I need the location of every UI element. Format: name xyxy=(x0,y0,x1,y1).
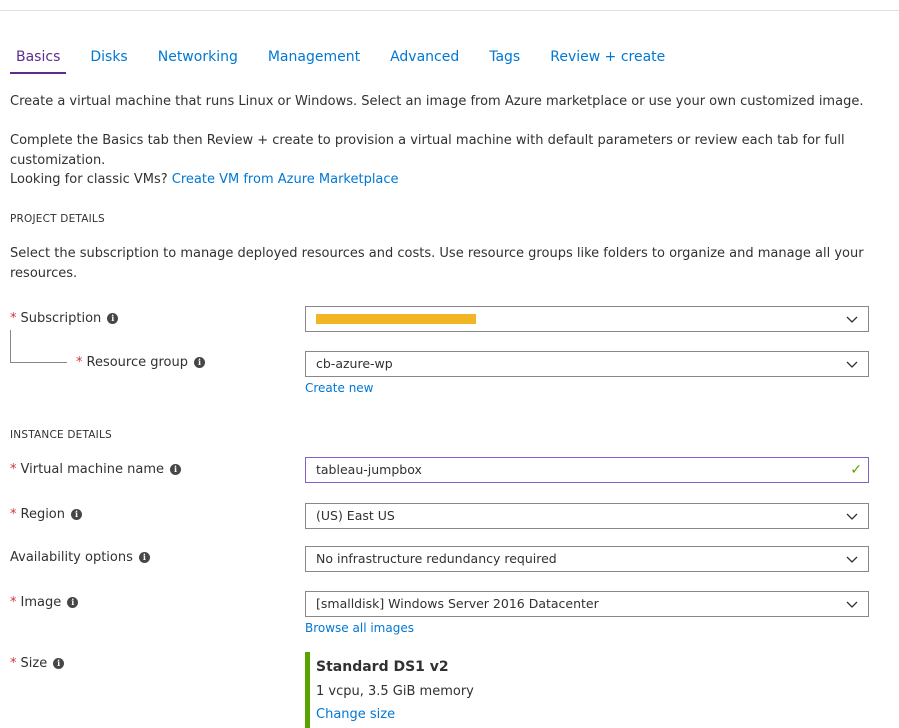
required-asterisk: * xyxy=(10,595,17,610)
region-label: * Region i xyxy=(10,506,83,524)
tab-disks[interactable]: Disks xyxy=(84,44,133,74)
subscription-dropdown[interactable] xyxy=(305,306,869,332)
create-new-link[interactable]: Create new xyxy=(305,381,374,395)
tab-review-create[interactable]: Review + create xyxy=(544,44,671,74)
required-asterisk: * xyxy=(10,311,17,326)
classic-vms-prefix: Looking for classic VMs? xyxy=(10,172,168,187)
intro-line-2: Complete the Basics tab then Review + cr… xyxy=(10,133,845,168)
chevron-down-icon xyxy=(846,601,858,608)
tab-management[interactable]: Management xyxy=(262,44,366,74)
check-icon: ✓ xyxy=(850,462,862,478)
required-asterisk: * xyxy=(10,507,17,522)
info-icon[interactable]: i xyxy=(71,509,83,520)
redacted-value xyxy=(316,314,476,324)
project-details-header: PROJECT DETAILS xyxy=(10,213,105,225)
vm-name-label: * Virtual machine name i xyxy=(10,461,181,479)
size-description: 1 vcpu, 3.5 GiB memory xyxy=(316,684,474,699)
availability-label: Availability options i xyxy=(10,549,150,567)
classic-vms-line: Looking for classic VMs? Create VM from … xyxy=(10,170,880,190)
chevron-down-icon xyxy=(846,316,858,323)
size-label: * Size i xyxy=(10,655,65,673)
tab-networking[interactable]: Networking xyxy=(152,44,244,74)
chevron-down-icon xyxy=(846,556,858,563)
region-dropdown[interactable]: (US) East US xyxy=(305,503,869,529)
tab-basics[interactable]: Basics xyxy=(10,44,67,74)
image-value: [smalldisk] Windows Server 2016 Datacent… xyxy=(316,596,599,611)
required-asterisk: * xyxy=(76,355,83,370)
info-icon[interactable]: i xyxy=(53,658,65,669)
project-description: Select the subscription to manage deploy… xyxy=(10,246,864,281)
vm-name-value: tableau-jumpbox xyxy=(316,462,422,477)
tab-advanced[interactable]: Advanced xyxy=(384,44,465,74)
change-size-link[interactable]: Change size xyxy=(316,707,395,722)
info-icon[interactable]: i xyxy=(138,552,150,563)
resource-group-label: * Resource group i xyxy=(76,354,206,372)
info-icon[interactable]: i xyxy=(169,464,181,475)
resource-group-value: cb-azure-wp xyxy=(316,356,393,371)
info-icon[interactable]: i xyxy=(107,313,119,324)
image-dropdown[interactable]: [smalldisk] Windows Server 2016 Datacent… xyxy=(305,591,869,617)
intro-line-1: Create a virtual machine that runs Linux… xyxy=(10,94,864,109)
tab-bar: Basics Disks Networking Management Advan… xyxy=(10,44,689,74)
tree-connector xyxy=(10,330,67,363)
chevron-down-icon xyxy=(846,361,858,368)
size-name: Standard DS1 v2 xyxy=(316,659,449,675)
info-icon[interactable]: i xyxy=(194,357,206,368)
image-label: * Image i xyxy=(10,594,79,612)
availability-dropdown[interactable]: No infrastructure redundancy required xyxy=(305,546,869,572)
top-divider xyxy=(0,0,899,11)
chevron-down-icon xyxy=(846,513,858,520)
required-asterisk: * xyxy=(10,462,17,477)
info-icon[interactable]: i xyxy=(67,597,79,608)
availability-value: No infrastructure redundancy required xyxy=(316,551,557,566)
subscription-label: * Subscription i xyxy=(10,310,119,328)
create-vm-marketplace-link[interactable]: Create VM from Azure Marketplace xyxy=(172,172,399,187)
region-value: (US) East US xyxy=(316,508,395,523)
required-asterisk: * xyxy=(10,656,17,671)
size-indicator-bar xyxy=(305,652,310,728)
tab-tags[interactable]: Tags xyxy=(483,44,526,74)
browse-all-images-link[interactable]: Browse all images xyxy=(305,621,414,635)
vm-name-input[interactable]: tableau-jumpbox ✓ xyxy=(305,457,869,483)
instance-details-header: INSTANCE DETAILS xyxy=(10,429,112,441)
resource-group-dropdown[interactable]: cb-azure-wp xyxy=(305,351,869,377)
